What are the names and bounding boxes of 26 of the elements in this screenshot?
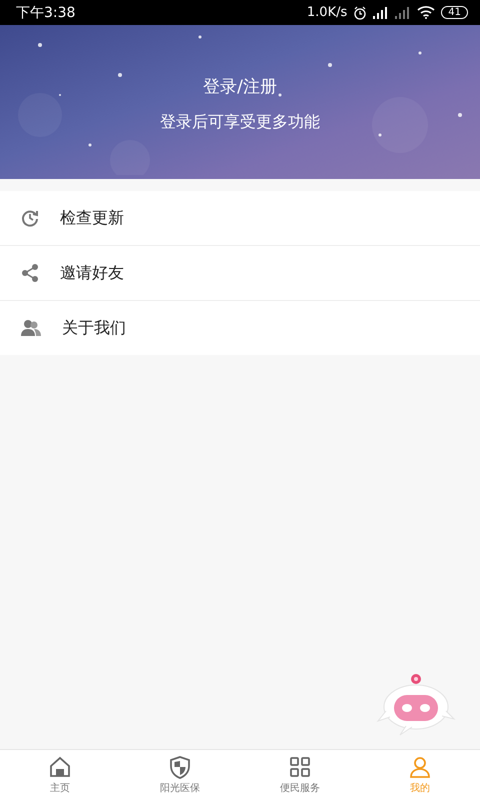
robot-mascot-drawing[interactable] xyxy=(376,671,456,737)
nav-tab[interactable]: 主页 xyxy=(0,750,120,800)
status-time: 下午3:38 xyxy=(16,4,76,22)
wifi-icon xyxy=(417,6,436,19)
nav-tab[interactable]: 阳光医保 xyxy=(120,750,240,800)
menu-label: 关于我们 xyxy=(62,318,126,338)
user-icon xyxy=(408,755,432,779)
menu-label: 检查更新 xyxy=(60,208,124,228)
menu-item[interactable]: 检查更新 xyxy=(0,191,480,246)
menu-label: 邀请好友 xyxy=(60,262,124,284)
network-speed: 1.0K/s xyxy=(306,5,348,20)
battery-level: 41 xyxy=(441,6,468,19)
nav-tab[interactable]: 便民服务 xyxy=(240,750,360,800)
login-hint: 登录后可享受更多功能 xyxy=(160,112,320,133)
refresh-clock-icon xyxy=(20,208,40,228)
menu-item[interactable]: 关于我们 xyxy=(0,301,480,355)
people-icon xyxy=(20,318,42,338)
signal-icon xyxy=(373,6,390,18)
login-register-link[interactable]: 登录/注册 xyxy=(203,75,277,98)
home-icon xyxy=(48,755,72,779)
signal-icon xyxy=(395,6,412,18)
alarm-icon xyxy=(353,6,368,20)
share-icon xyxy=(20,263,40,283)
shield-icon xyxy=(168,755,192,779)
grid-icon xyxy=(288,755,312,779)
menu-item[interactable]: 邀请好友 xyxy=(0,246,480,301)
